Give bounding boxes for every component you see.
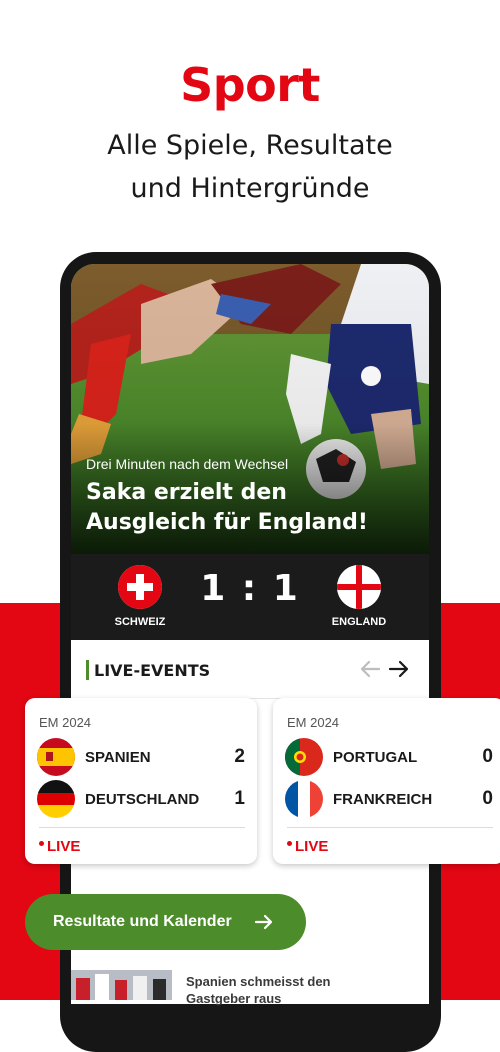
card-team-name: FRANKREICH [333, 791, 433, 808]
france-flag-icon [285, 780, 323, 818]
live-status-label: LIVE [295, 838, 329, 855]
card-divider [39, 827, 245, 828]
arrow-left-icon[interactable] [357, 656, 383, 682]
live-status-label: LIVE [47, 838, 81, 855]
section-accent-bar [86, 660, 89, 680]
card-league: EM 2024 [287, 715, 340, 730]
live-dot-icon [39, 840, 44, 846]
live-status: LIVE [39, 838, 80, 855]
live-event-card[interactable]: EM 2024 PORTUGAL 0 FRANKREICH 0 LIVE [273, 698, 500, 864]
england-flag-icon [337, 565, 381, 609]
card-team-row: DEUTSCHLAND 1 [37, 780, 247, 818]
card-divider [287, 827, 493, 828]
card-team-row: PORTUGAL 0 [285, 738, 495, 776]
card-team-score: 0 [482, 746, 493, 767]
card-team-name: PORTUGAL [333, 749, 418, 766]
cta-arrow-icon [254, 914, 273, 930]
portugal-flag-icon [285, 738, 323, 776]
match-scoreboard[interactable]: SCHWEIZ 1 : 1 ENGLAND [71, 554, 429, 640]
card-team-row: SPANIEN 2 [37, 738, 247, 776]
live-events-title: LIVE-EVENTS [94, 661, 211, 680]
card-team-name: DEUTSCHLAND [85, 791, 200, 808]
phone-screen: Drei Minuten nach dem Wechsel Saka erzie… [71, 264, 429, 1004]
spain-flag-icon [37, 738, 75, 776]
hero-headline: Saka erzielt den Ausgleich für England! [86, 478, 426, 538]
hero-article[interactable]: Drei Minuten nach dem Wechsel Saka erzie… [71, 264, 429, 554]
page-subtitle: Alle Spiele, Resultate und Hintergründe [0, 124, 500, 210]
results-calendar-button[interactable]: Resultate und Kalender [25, 894, 306, 950]
card-team-score: 1 [234, 788, 245, 809]
card-team-score: 2 [234, 746, 245, 767]
arrow-right-icon[interactable] [386, 656, 412, 682]
news-thumbnail[interactable] [71, 970, 172, 1000]
hero-headline-line-2: Ausgleich für England! [86, 510, 368, 535]
germany-flag-icon [37, 780, 75, 818]
away-team-name: ENGLAND [331, 616, 387, 628]
results-calendar-label: Resultate und Kalender [53, 913, 232, 930]
hero-headline-line-1: Saka erzielt den [86, 480, 287, 505]
live-events-header: LIVE-EVENTS [71, 640, 429, 699]
hero-kicker: Drei Minuten nach dem Wechsel [86, 456, 289, 472]
live-dot-icon [287, 840, 292, 846]
page-title: Sport [180, 58, 320, 112]
news-headline[interactable]: Spanien schmeisst den Gastgeber raus [186, 973, 366, 1007]
card-league: EM 2024 [39, 715, 92, 730]
card-team-score: 0 [482, 788, 493, 809]
subtitle-line-2: und Hintergründe [130, 173, 370, 204]
home-team-name: SCHWEIZ [114, 616, 166, 628]
live-event-card[interactable]: EM 2024 SPANIEN 2 DEUTSCHLAND 1 LIVE [25, 698, 257, 864]
live-status: LIVE [287, 838, 328, 855]
card-team-row: FRANKREICH 0 [285, 780, 495, 818]
card-team-name: SPANIEN [85, 749, 151, 766]
subtitle-line-1: Alle Spiele, Resultate [107, 130, 393, 161]
